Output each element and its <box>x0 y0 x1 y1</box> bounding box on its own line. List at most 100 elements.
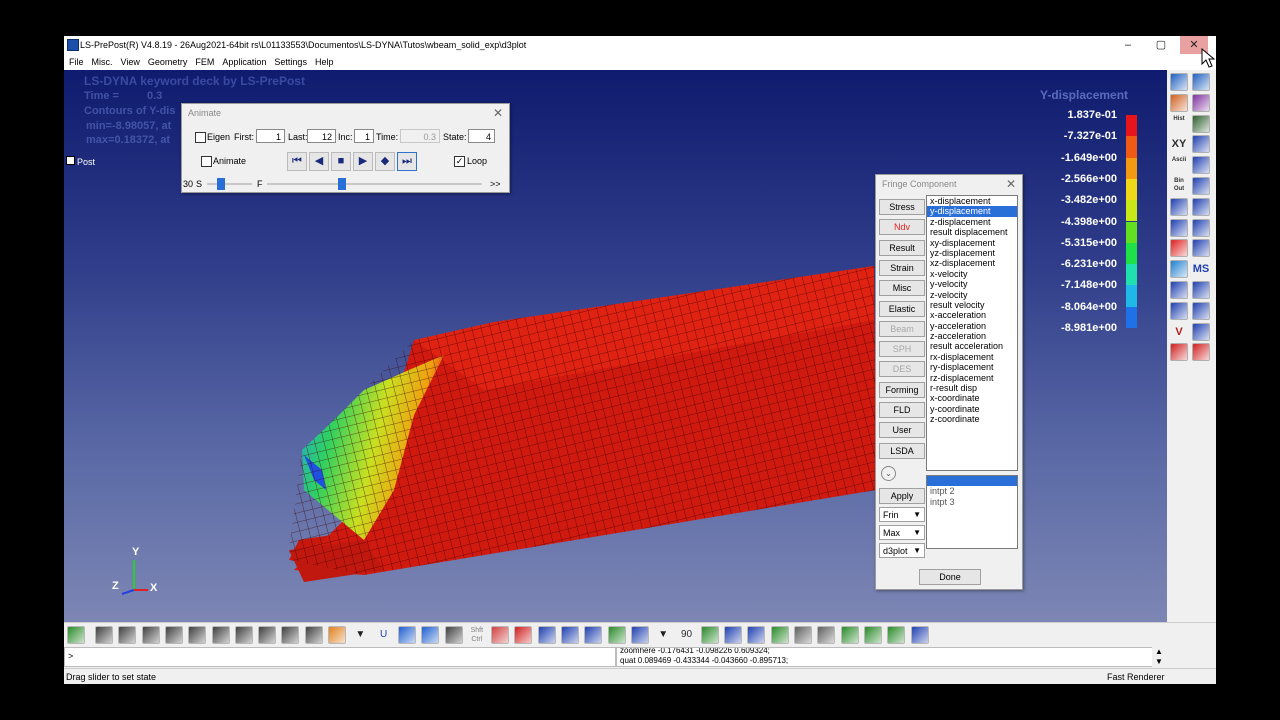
image-icon[interactable] <box>910 626 929 644</box>
outline-cube-icon[interactable] <box>444 626 463 644</box>
mesh-icon[interactable] <box>1192 177 1210 195</box>
menu-misc[interactable]: Misc. <box>92 54 113 70</box>
category-misc-button[interactable]: Misc <box>879 280 925 297</box>
component-item[interactable]: y-coordinate <box>927 404 1017 414</box>
frame-slider-track[interactable] <box>267 178 482 190</box>
model-icon[interactable] <box>1192 73 1210 91</box>
house-icon[interactable] <box>747 626 766 644</box>
dots-icon[interactable] <box>234 626 253 644</box>
category-elastic-button[interactable]: Elastic <box>879 300 925 317</box>
animate-checkbox[interactable] <box>201 156 212 167</box>
close-icon[interactable]: ✕ <box>493 106 503 120</box>
category-user-button[interactable]: User <box>879 422 925 439</box>
xy-plot-icon[interactable]: XY <box>1170 135 1188 153</box>
dropdown-icon[interactable]: ▼ <box>351 626 369 644</box>
sun-icon[interactable] <box>1170 260 1188 279</box>
component-item[interactable]: result velocity <box>927 300 1017 310</box>
cube-icon[interactable] <box>1170 73 1188 91</box>
frin-select[interactable]: Frin ▼ <box>879 507 925 522</box>
component-item[interactable]: z-coordinate <box>927 414 1017 424</box>
component-item[interactable]: y-velocity <box>927 279 1017 289</box>
intpt-list[interactable]: intpt 2 intpt 3 <box>926 475 1018 549</box>
home-view-icon[interactable] <box>67 626 85 644</box>
component-item[interactable]: x-velocity <box>927 269 1017 279</box>
menu-help[interactable]: Help <box>315 54 334 70</box>
tree-post-node[interactable]: Post <box>66 156 95 167</box>
fringe-icon[interactable] <box>1170 239 1188 258</box>
component-item[interactable]: rz-displacement <box>927 373 1017 383</box>
tools-icon[interactable] <box>863 626 882 644</box>
bounce-button[interactable]: ◆ <box>375 152 395 171</box>
first-field[interactable]: 1 <box>256 129 285 143</box>
parts-icon[interactable] <box>817 626 836 644</box>
component-item[interactable]: x-coordinate <box>927 393 1017 403</box>
frame-slider-thumb[interactable] <box>338 178 347 190</box>
category-result-button[interactable]: Result <box>879 239 925 256</box>
zoom-area-icon[interactable] <box>561 626 579 644</box>
component-item[interactable]: rx-displacement <box>927 352 1017 362</box>
component-item[interactable]: x-acceleration <box>927 310 1017 320</box>
blue-cube-icon[interactable] <box>397 626 416 644</box>
component-list[interactable]: x-displacement y-displacement z-displaceme… <box>926 195 1018 471</box>
category-lsda-button[interactable]: LSDA <box>879 442 925 459</box>
category-strain-button[interactable]: Strain <box>879 259 925 276</box>
inc-field[interactable]: 1 <box>354 129 374 143</box>
more-toggle[interactable]: >> <box>490 179 501 189</box>
list-icon[interactable] <box>1192 301 1210 320</box>
rotate-icon[interactable] <box>584 626 603 644</box>
last-frame-button[interactable]: ⏭ <box>397 152 417 171</box>
component-item[interactable]: result acceleration <box>927 341 1017 351</box>
hidden-cube-icon[interactable] <box>141 626 160 644</box>
sphere-green-icon[interactable] <box>840 626 859 644</box>
wave-icon[interactable] <box>1170 197 1188 216</box>
hist-icon[interactable]: Hist <box>1170 115 1188 133</box>
binout-icon[interactable]: Bin Out <box>1170 177 1188 195</box>
expand-icon[interactable]: ⌄ <box>881 466 896 481</box>
curve-icon[interactable] <box>1192 93 1210 112</box>
scene-icon[interactable] <box>1170 281 1188 299</box>
cube-view-icon[interactable] <box>724 626 743 644</box>
sphere-icon[interactable] <box>1192 135 1210 154</box>
star-icon[interactable] <box>1170 343 1188 362</box>
line-cube-icon[interactable] <box>211 626 230 644</box>
spring-icon[interactable] <box>1170 218 1188 237</box>
step-back-button[interactable]: ◀ <box>309 152 329 171</box>
component-item[interactable]: xy-displacement <box>927 238 1017 248</box>
pen-icon[interactable] <box>1192 114 1210 133</box>
check-icon[interactable] <box>1192 281 1210 299</box>
close-icon[interactable]: ✕ <box>1006 177 1016 191</box>
menu-view[interactable]: View <box>121 54 140 70</box>
zoom-box-icon[interactable] <box>514 626 533 644</box>
table-icon[interactable] <box>1192 239 1210 258</box>
tree-check-icon[interactable] <box>66 156 75 165</box>
component-item[interactable]: y-acceleration <box>927 321 1017 331</box>
flower-icon[interactable] <box>887 626 906 644</box>
play-button[interactable]: ▶ <box>353 152 373 171</box>
chevron-down-icon[interactable]: ▼ <box>1155 657 1163 666</box>
edge-cube-icon[interactable] <box>188 626 207 644</box>
shift-ctrl-icon[interactable]: Shft Ctrl <box>468 626 486 644</box>
category-fld-button[interactable]: FLD <box>879 402 925 418</box>
menu-application[interactable]: Application <box>222 54 266 70</box>
bookmark-icon[interactable] <box>1192 343 1210 362</box>
menu-geometry[interactable]: Geometry <box>148 54 188 70</box>
menu-fem[interactable]: FEM <box>195 54 214 70</box>
component-item[interactable]: x-displacement <box>927 196 1017 206</box>
done-button[interactable]: Done <box>919 569 981 585</box>
brush-icon[interactable] <box>491 626 510 644</box>
menu-file[interactable]: File <box>69 54 84 70</box>
angle-icon[interactable]: 90 <box>678 626 696 644</box>
checker-icon[interactable] <box>794 626 812 644</box>
ms-icon[interactable]: MS <box>1192 260 1210 278</box>
u-icon[interactable]: U <box>375 626 393 644</box>
intpt-item[interactable]: intpt 3 <box>927 497 1017 507</box>
component-item[interactable]: z-velocity <box>927 290 1017 300</box>
loop-checkbox[interactable]: ✓ <box>454 156 465 167</box>
color-grid-icon[interactable] <box>770 626 789 644</box>
component-item[interactable]: yz-displacement <box>927 248 1017 258</box>
intpt-item[interactable]: intpt 2 <box>927 486 1017 496</box>
chevron-up-icon[interactable]: ▲ <box>1155 647 1163 656</box>
component-item[interactable]: z-acceleration <box>927 331 1017 341</box>
fringe-plot-icon[interactable] <box>328 626 346 644</box>
frame-icon[interactable] <box>630 626 649 644</box>
